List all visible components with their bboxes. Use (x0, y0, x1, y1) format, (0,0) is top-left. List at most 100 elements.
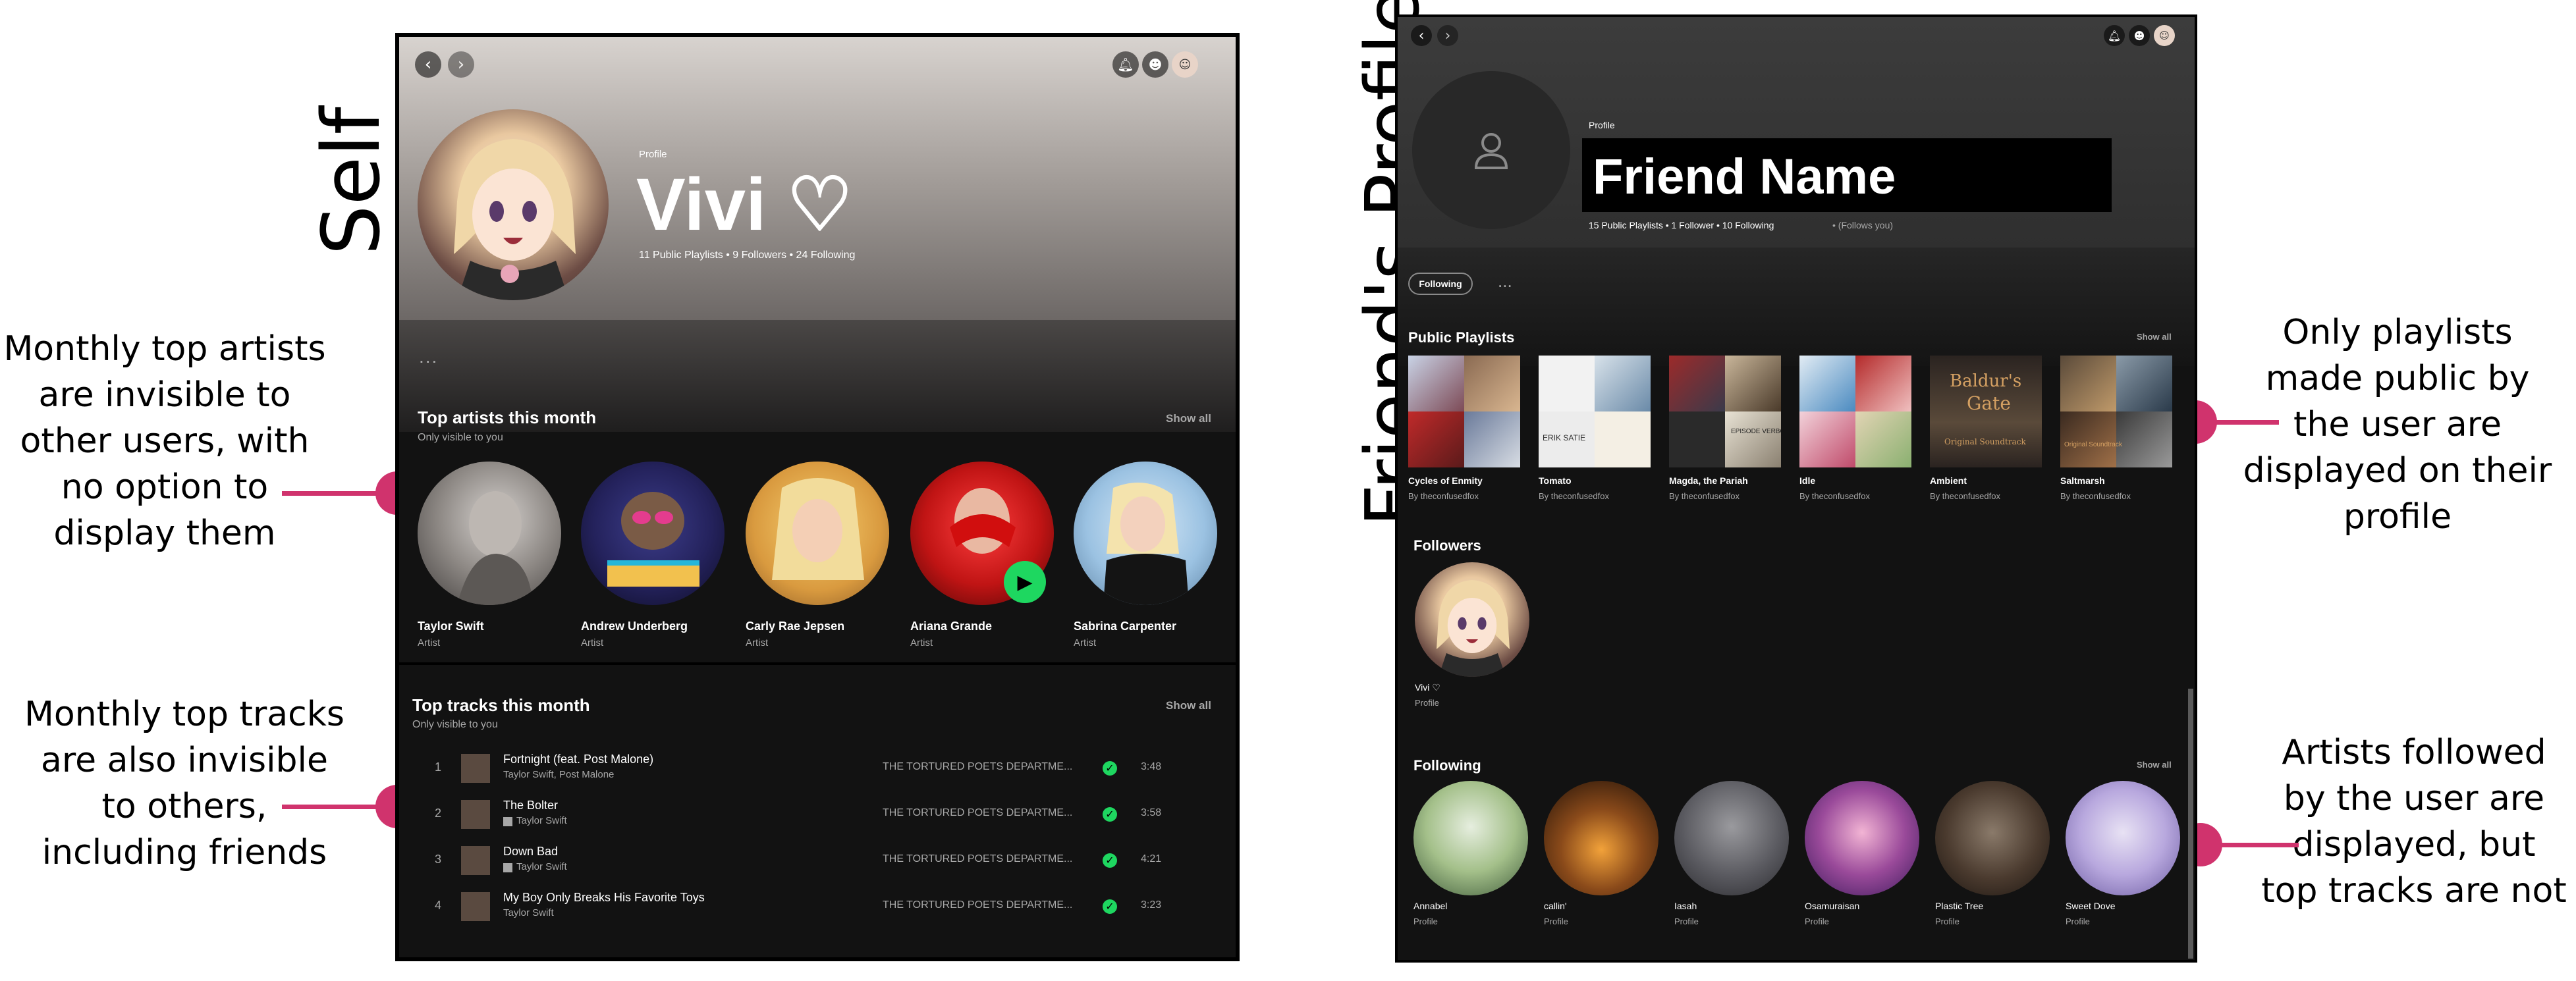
playlist-cover[interactable]: Original Soundtrack (2060, 356, 2172, 467)
saved-check-icon[interactable]: ✓ (1103, 853, 1117, 868)
following-avatar[interactable] (1935, 781, 2050, 895)
track-artist[interactable]: Taylor Swift (516, 815, 567, 826)
back-button[interactable]: ‹ (1411, 25, 1432, 46)
track-album-art (461, 800, 490, 829)
playlist-cover[interactable]: EPISODE VERBOS (1669, 356, 1781, 467)
top-artists-show-all[interactable]: Show all (1166, 412, 1211, 425)
following-name[interactable]: Annabel (1413, 901, 1447, 911)
artist-card-image[interactable] (1074, 462, 1217, 605)
track-album[interactable]: THE TORTURED POETS DEPARTME... (883, 853, 1072, 865)
playlist-cover[interactable]: Baldur's Gate Original Soundtrack (1930, 356, 2042, 467)
people-icon: ☻ (2133, 29, 2145, 42)
playlist-cover[interactable] (1799, 356, 1911, 467)
avatar-button[interactable]: ☺ (2154, 25, 2175, 46)
following-avatar[interactable] (1805, 781, 1919, 895)
artist-card-name[interactable]: Andrew Underberg (581, 620, 688, 633)
track-row[interactable]: 4 My Boy Only Breaks His Favorite Toys T… (418, 889, 1221, 929)
top-tracks-show-all[interactable]: Show all (1166, 699, 1211, 712)
track-artist[interactable]: Taylor Swift (503, 907, 554, 918)
follower-avatar[interactable] (1415, 562, 1529, 677)
following-avatar[interactable] (1674, 781, 1789, 895)
track-artist[interactable]: Taylor Swift, Post Malone (503, 769, 614, 780)
track-row[interactable]: 3 Down Bad Taylor Swift THE TORTURED POE… (418, 843, 1221, 883)
following-name[interactable]: Osamuraisan (1805, 901, 1859, 911)
saved-check-icon[interactable]: ✓ (1103, 807, 1117, 822)
notifications-button[interactable]: 🔔︎ (1112, 51, 1139, 78)
more-options-button[interactable]: ... (1498, 271, 1512, 292)
artist-card-role: Artist (746, 637, 769, 649)
profile-stats: 11 Public Playlists • 9 Followers • 24 F… (639, 250, 856, 261)
track-album[interactable]: THE TORTURED POETS DEPARTME... (883, 761, 1072, 773)
artist-card-name[interactable]: Sabrina Carpenter (1074, 620, 1176, 633)
playlists-title: Public Playlists (1408, 329, 1515, 346)
profile-type-label: Profile (639, 149, 667, 160)
bell-icon: 🔔︎ (1117, 57, 1134, 72)
scrollbar[interactable] (2188, 689, 2193, 959)
annotation-top-tracks: Monthly top tracks are also invisible to o… (24, 695, 344, 872)
saved-check-icon[interactable]: ✓ (1103, 761, 1117, 776)
track-title[interactable]: Down Bad (503, 845, 558, 859)
playlist-cover[interactable] (1408, 356, 1520, 467)
playlist-owner[interactable]: By theconfusedfox (1539, 491, 1609, 501)
artist-card-image[interactable] (746, 462, 889, 605)
artist-card-image[interactable] (418, 462, 561, 605)
following-role: Profile (1674, 916, 1699, 926)
artist-card-name[interactable]: Ariana Grande (910, 620, 992, 633)
top-tracks-title: Top tracks this month (412, 695, 590, 715)
following-name[interactable]: callin' (1544, 901, 1567, 911)
track-title[interactable]: My Boy Only Breaks His Favorite Toys (503, 891, 705, 905)
saved-check-icon[interactable]: ✓ (1103, 899, 1117, 914)
playlist-cover[interactable]: ERIK SATIE (1539, 356, 1651, 467)
track-album[interactable]: THE TORTURED POETS DEPARTME... (883, 807, 1072, 819)
artist-card-image[interactable] (581, 462, 725, 605)
following-avatar[interactable] (1544, 781, 1658, 895)
following-name[interactable]: Sweet Dove (2066, 901, 2115, 911)
playlist-owner[interactable]: By theconfusedfox (1669, 491, 1740, 501)
more-options-button[interactable]: ... (419, 346, 438, 367)
playlist-name[interactable]: Saltmarsh (2060, 475, 2105, 486)
playlist-name[interactable]: Idle (1799, 475, 1815, 486)
header-fade (1398, 248, 2195, 366)
cover-text: Original Soundtrack (1944, 437, 2026, 446)
following-show-all[interactable]: Show all (2137, 760, 2172, 770)
notifications-button[interactable]: 🔔︎ (2104, 25, 2125, 46)
track-artist[interactable]: Taylor Swift (516, 861, 567, 872)
following-avatar[interactable] (1413, 781, 1528, 895)
following-title: Following (1413, 757, 1481, 774)
artist-card-name[interactable]: Taylor Swift (418, 620, 484, 633)
callout-line (282, 491, 381, 496)
forward-button[interactable]: › (448, 51, 474, 78)
following-button[interactable]: Following (1408, 273, 1473, 295)
track-number: 4 (435, 899, 442, 912)
track-title[interactable]: The Bolter (503, 799, 558, 812)
playlist-owner[interactable]: By theconfusedfox (1408, 491, 1479, 501)
artist-card-role: Artist (1074, 637, 1097, 649)
track-row[interactable]: 1 Fortnight (feat. Post Malone) Taylor S… (418, 751, 1221, 791)
playlist-name[interactable]: Ambient (1930, 475, 1967, 486)
track-title[interactable]: Fortnight (feat. Post Malone) (503, 753, 653, 766)
play-button[interactable]: ▶ (1004, 561, 1046, 603)
friend-activity-button[interactable]: ☻ (2129, 25, 2150, 46)
follower-name[interactable]: Vivi ♡ (1415, 682, 1440, 693)
track-album-art (461, 892, 490, 921)
annotation-playlists: Only playlists made public by the user are… (2243, 313, 2552, 537)
playlists-show-all[interactable]: Show all (2137, 332, 2172, 342)
following-name[interactable]: Plastic Tree (1935, 901, 1983, 911)
avatar-button[interactable]: ☺ (1172, 51, 1198, 78)
artist-card-name[interactable]: Carly Rae Jepsen (746, 620, 844, 633)
following-name[interactable]: Iasah (1674, 901, 1697, 911)
forward-button[interactable]: › (1437, 25, 1458, 46)
playlist-name[interactable]: Magda, the Pariah (1669, 475, 1748, 486)
following-button-label: Following (1419, 278, 1462, 289)
playlist-owner[interactable]: By theconfusedfox (1799, 491, 1870, 501)
back-button[interactable]: ‹ (415, 51, 441, 78)
playlist-name[interactable]: Cycles of Enmity (1408, 475, 1483, 486)
playlist-owner[interactable]: By theconfusedfox (1930, 491, 2000, 501)
playlist-name[interactable]: Tomato (1539, 475, 1572, 486)
track-album[interactable]: THE TORTURED POETS DEPARTME... (883, 899, 1072, 911)
friend-activity-button[interactable]: ☻ (1142, 51, 1168, 78)
annotation-top-artists: Monthly top artists are invisible to other… (3, 329, 326, 553)
following-avatar[interactable] (2066, 781, 2180, 895)
playlist-owner[interactable]: By theconfusedfox (2060, 491, 2131, 501)
track-row[interactable]: 2 The Bolter Taylor Swift THE TORTURED P… (418, 797, 1221, 837)
